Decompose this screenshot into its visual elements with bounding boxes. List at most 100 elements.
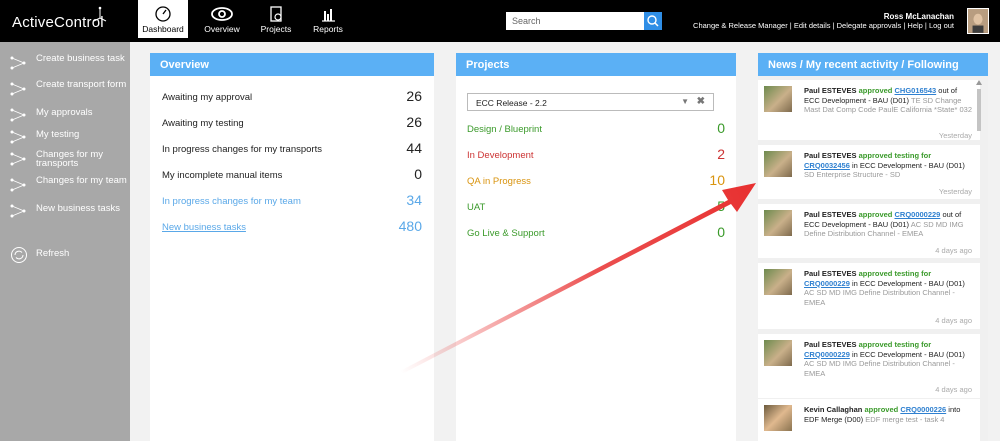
news-panel: News / My recent activity / Following Pa… [758, 53, 988, 441]
workflow-icon [10, 108, 26, 122]
release-select-value: ECC Release - 2.2 [476, 98, 547, 108]
help-link[interactable]: Help [907, 21, 922, 30]
speedometer-icon [155, 6, 171, 22]
sidebar-item-my-testing[interactable]: My testing [6, 128, 128, 144]
news-avatar [764, 86, 792, 112]
projects-panel: Projects ECC Release - 2.2 ▼ ✖ Design / … [456, 53, 736, 441]
new-business-tasks-link[interactable]: New business tasks [162, 222, 246, 233]
sidebar-item-label: Create transport form [36, 79, 127, 90]
phase-count: 5 [717, 198, 725, 214]
tab-dashboard[interactable]: Dashboard [138, 0, 188, 38]
news-item[interactable]: Paul ESTEVES approved testing for CRQ000… [758, 334, 980, 398]
phase-count: 0 [717, 120, 725, 136]
sidebar-item-new-business-tasks[interactable]: New business tasks [6, 202, 128, 218]
tab-projects[interactable]: Projects [253, 0, 299, 38]
news-item[interactable]: Paul ESTEVES approved CRQ0000229 out of … [758, 204, 980, 258]
change-link[interactable]: CRQ0000229 [804, 350, 850, 359]
tab-overview[interactable]: Overview [196, 0, 248, 38]
search-input[interactable] [506, 12, 644, 30]
change-link[interactable]: CRQ0000226 [900, 405, 946, 414]
sidebar-item-my-approvals[interactable]: My approvals [6, 106, 128, 122]
row-label: In progress changes for my team [162, 196, 301, 207]
phase-label: QA in Progress [467, 176, 531, 187]
tab-label: Projects [260, 24, 292, 34]
phase-label: Go Live & Support [467, 228, 545, 239]
sidebar-item-changes-for-my-transports[interactable]: Changes for my transports [6, 150, 128, 168]
tab-label: Reports [313, 24, 343, 34]
news-text: Kevin Callaghan approved CRQ0000226 into… [804, 405, 961, 424]
row-label: My incomplete manual items [162, 170, 283, 181]
scrollbar-thumb [977, 89, 981, 131]
news-item[interactable]: Paul ESTEVES approved testing for CRQ003… [758, 145, 980, 199]
news-item[interactable]: Paul ESTEVES approved CHG016543 out of E… [758, 80, 980, 140]
search-icon [647, 15, 659, 27]
release-select[interactable]: ECC Release - 2.2 ▼ ✖ [467, 93, 714, 111]
phase-count: 0 [717, 224, 725, 240]
news-time: 4 days ago [935, 316, 972, 325]
logout-link[interactable]: Log out [929, 21, 954, 30]
projects-title: Projects [456, 53, 736, 76]
user-name: Ross McLanachan [883, 12, 954, 21]
news-avatar [764, 340, 792, 366]
refresh-label: Refresh [36, 248, 70, 259]
phase-label: Design / Blueprint [467, 124, 542, 135]
clear-icon[interactable]: ✖ [697, 96, 705, 107]
eye-icon [211, 7, 233, 21]
chevron-down-icon[interactable]: ▼ [681, 97, 689, 106]
clipboard-icon [270, 6, 282, 22]
news-scrollbar[interactable] [975, 80, 983, 441]
user-photo-icon [968, 9, 988, 33]
workflow-icon [10, 178, 26, 192]
news-time: 4 days ago [935, 246, 972, 255]
bar-chart-icon [322, 9, 335, 22]
sidebar-item-changes-for-my-team[interactable]: Changes for my team [6, 176, 128, 194]
news-text: Paul ESTEVES approved testing for CRQ000… [804, 340, 965, 378]
news-time: Yesterday [938, 131, 972, 140]
news-avatar [764, 405, 792, 431]
app-logo[interactable]: ActiveControl [12, 14, 104, 31]
workflow-icon [10, 56, 26, 70]
sidebar-item-label: New business tasks [36, 203, 120, 214]
delegate-approvals-link[interactable]: Delegate approvals [837, 21, 902, 30]
phase-label: In Development [467, 150, 534, 161]
row-label: Awaiting my testing [162, 118, 244, 129]
news-item[interactable]: Kevin Callaghan approved CRQ0000226 into… [758, 399, 980, 441]
news-item[interactable]: Paul ESTEVES approved testing for CRQ000… [758, 263, 980, 329]
workflow-icon [10, 204, 26, 218]
change-link[interactable]: CRQ0000229 [804, 279, 850, 288]
news-text: Paul ESTEVES approved testing for CRQ003… [804, 151, 965, 180]
phase-label: UAT [467, 202, 486, 213]
edit-details-link[interactable]: Edit details [794, 21, 831, 30]
row-label: Awaiting my approval [162, 92, 253, 103]
overview-title: Overview [150, 53, 434, 76]
row-count: 480 [398, 218, 422, 234]
tab-label: Dashboard [142, 24, 184, 34]
row-label: In progress changes for my transports [162, 144, 322, 155]
top-bar: ActiveControl Dashboard Overview Project… [0, 0, 1000, 42]
sidebar-item-label: My testing [36, 129, 80, 140]
change-link[interactable]: CHG016543 [894, 86, 936, 95]
logo-mark-icon [93, 6, 107, 22]
sidebar-item-label: Changes for my team [36, 175, 127, 186]
scrollbar-track [976, 80, 982, 131]
refresh-button[interactable]: Refresh [6, 246, 128, 263]
workflow-icon [10, 152, 26, 166]
news-time: 4 days ago [935, 385, 972, 394]
sidebar-item-create-transport-form[interactable]: Create transport form [6, 80, 128, 98]
sidebar-item-label: Changes for my transports [36, 149, 104, 169]
tab-reports[interactable]: Reports [305, 0, 351, 38]
search-button[interactable] [644, 12, 662, 30]
sidebar-item-label: Create business task [36, 53, 125, 64]
avatar[interactable] [967, 8, 989, 34]
change-link[interactable]: CRQ0032456 [804, 161, 850, 170]
refresh-icon [11, 247, 27, 263]
news-avatar [764, 269, 792, 295]
sidebar-item-create-business-task[interactable]: Create business task [6, 54, 128, 72]
phase-count: 10 [709, 172, 725, 188]
role-link[interactable]: Change & Release Manager [693, 21, 788, 30]
phase-count: 2 [717, 146, 725, 162]
row-count: 34 [406, 192, 422, 208]
change-link[interactable]: CRQ0000229 [894, 210, 940, 219]
news-text: Paul ESTEVES approved CHG016543 out of E… [804, 86, 973, 115]
user-links: Change & Release Manager | Edit details … [693, 21, 954, 30]
